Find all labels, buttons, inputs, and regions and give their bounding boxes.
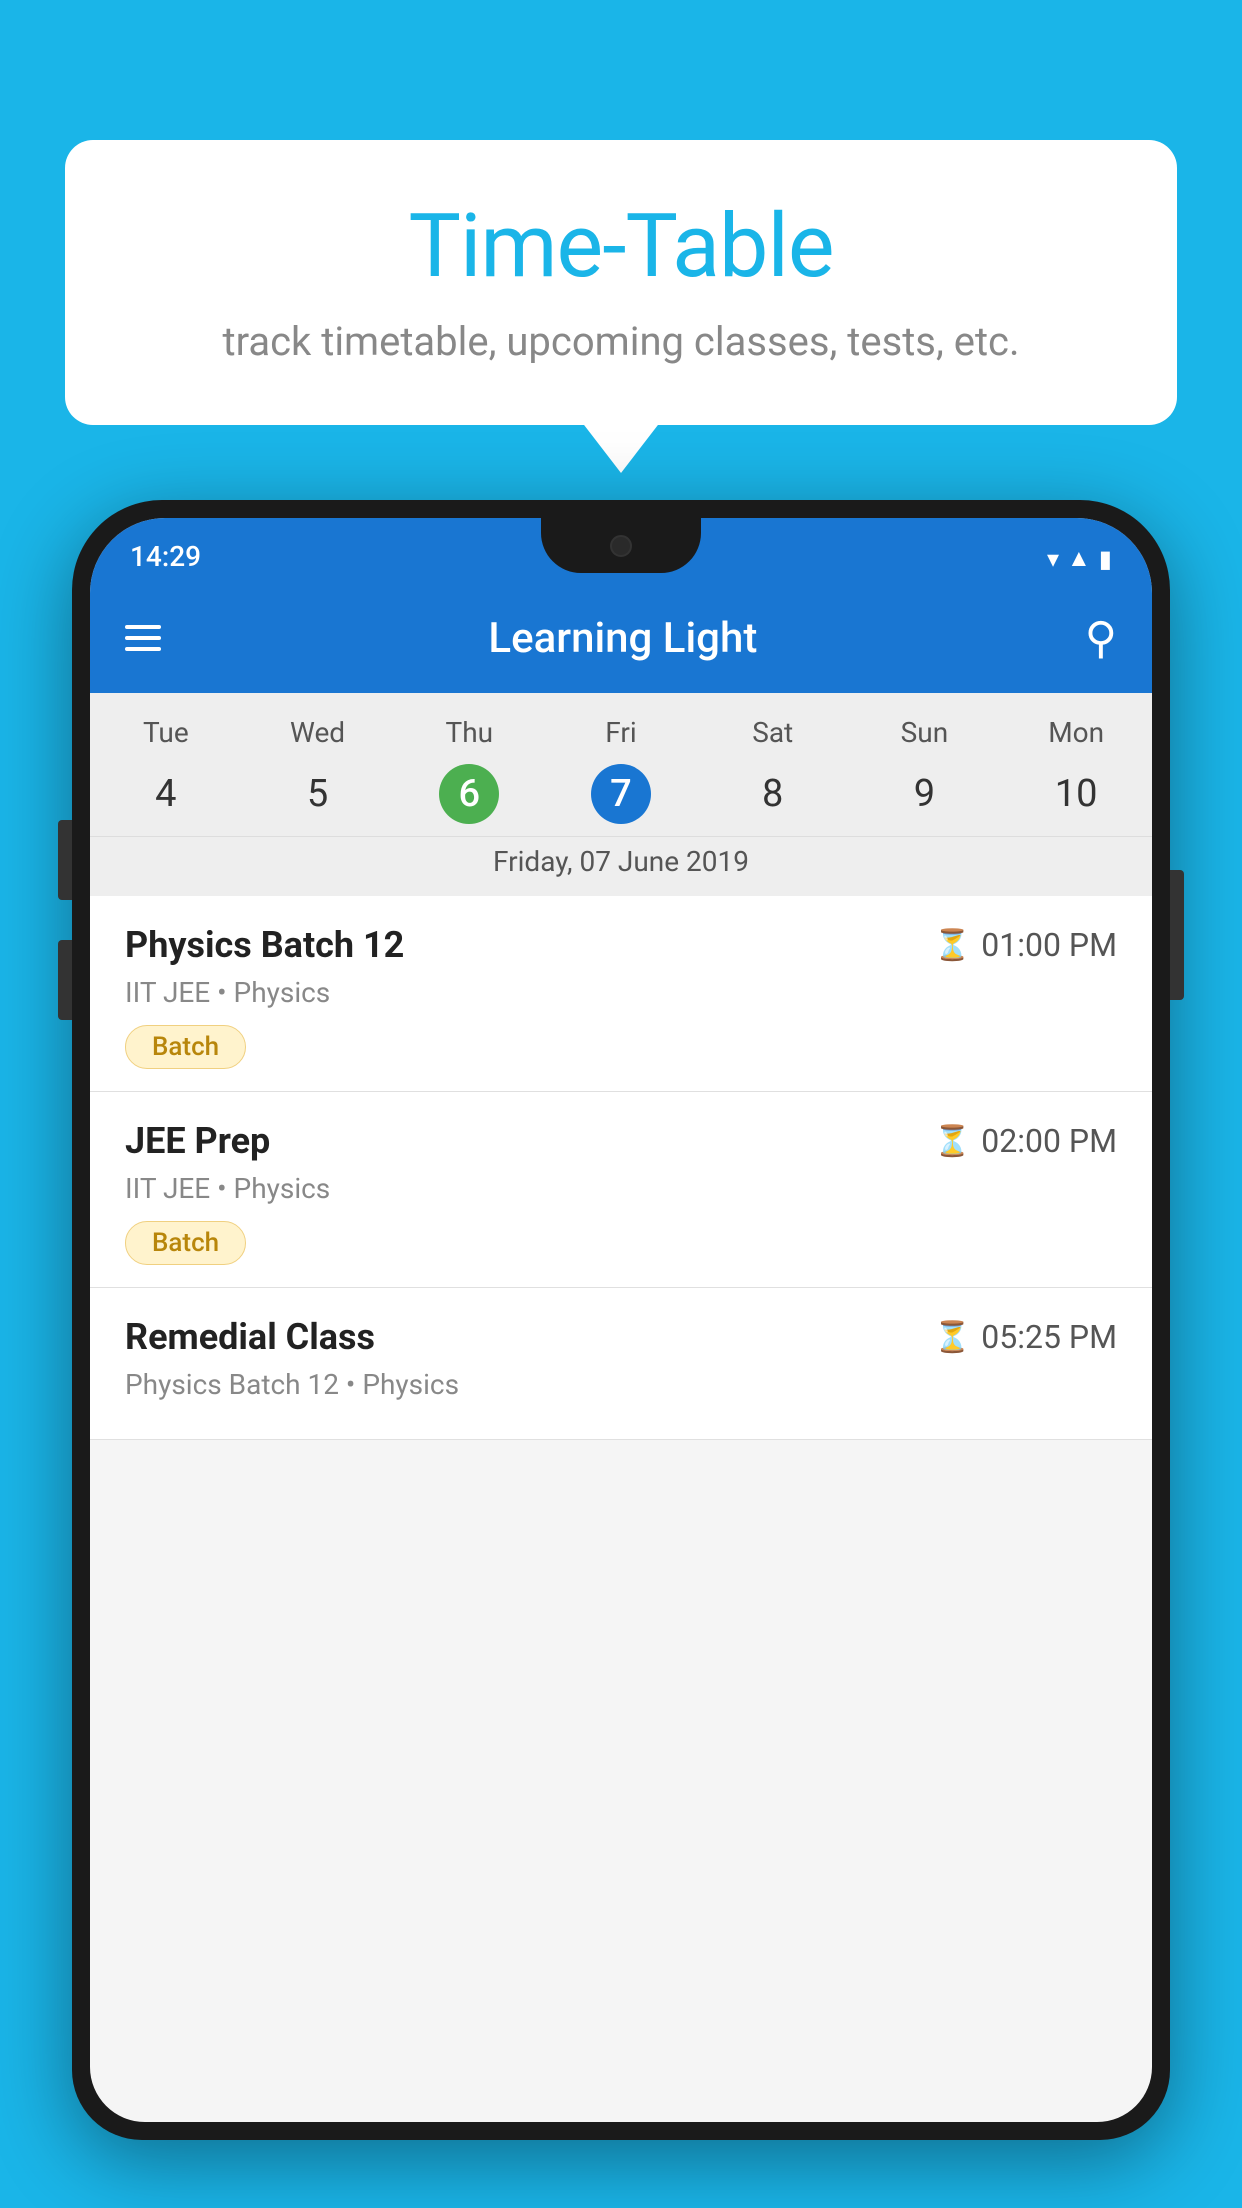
schedule-item-1-badge: Batch (125, 1025, 246, 1069)
battery-icon: ▮ (1099, 545, 1112, 573)
wifi-icon: ▾ (1047, 545, 1059, 573)
day-7-selected[interactable]: 7 (591, 764, 651, 824)
day-header-wed: Wed (242, 711, 394, 754)
clock-icon-3: ⏳ (934, 1320, 971, 1355)
schedule-item-2[interactable]: JEE Prep ⏳ 02:00 PM IIT JEE • Physics Ba… (90, 1092, 1152, 1288)
day-header-mon: Mon (1000, 711, 1152, 754)
phone-outer: 14:29 ▾ ▲ ▮ Learning Light ⚲ (72, 500, 1170, 2140)
day-header-tue: Tue (90, 711, 242, 754)
notch (541, 518, 701, 573)
status-time: 14:29 (130, 540, 201, 573)
phone-screen: 14:29 ▾ ▲ ▮ Learning Light ⚲ (90, 518, 1152, 2122)
day-9[interactable]: 9 (849, 762, 1001, 826)
search-button[interactable]: ⚲ (1085, 612, 1117, 664)
schedule-item-3-name: Remedial Class (125, 1316, 375, 1358)
power-button (1170, 870, 1184, 1000)
status-icons: ▾ ▲ ▮ (1047, 544, 1112, 573)
schedule-item-2-badge: Batch (125, 1221, 246, 1265)
schedule-item-2-time-value: 02:00 PM (981, 1122, 1117, 1160)
schedule-item-2-meta: IIT JEE • Physics (125, 1172, 1117, 1205)
day-header-sat: Sat (697, 711, 849, 754)
bubble-subtitle: track timetable, upcoming classes, tests… (125, 318, 1117, 365)
bubble-title: Time-Table (125, 195, 1117, 298)
day-numbers: 4 5 6 7 8 9 10 (90, 762, 1152, 826)
app-title: Learning Light (191, 614, 1055, 663)
day-10[interactable]: 10 (1000, 762, 1152, 826)
camera-icon (610, 535, 632, 557)
clock-icon-2: ⏳ (934, 1124, 971, 1159)
day-header-fri: Fri (545, 711, 697, 754)
schedule-item-3-meta: Physics Batch 12 • Physics (125, 1368, 1117, 1401)
day-4[interactable]: 4 (90, 762, 242, 826)
clock-icon-1: ⏳ (934, 928, 971, 963)
hamburger-menu-button[interactable] (125, 625, 161, 651)
day-header-sun: Sun (849, 711, 1001, 754)
day-header-thu: Thu (393, 711, 545, 754)
volume-down-button (58, 940, 72, 1020)
schedule-item-1-meta: IIT JEE • Physics (125, 976, 1117, 1009)
schedule-item-1[interactable]: Physics Batch 12 ⏳ 01:00 PM IIT JEE • Ph… (90, 896, 1152, 1092)
schedule-item-3-header: Remedial Class ⏳ 05:25 PM (125, 1316, 1117, 1358)
speech-bubble-container: Time-Table track timetable, upcoming cla… (65, 140, 1177, 425)
schedule-item-1-header: Physics Batch 12 ⏳ 01:00 PM (125, 924, 1117, 966)
day-headers: Tue Wed Thu Fri Sat Sun Mon (90, 711, 1152, 754)
schedule-item-2-name: JEE Prep (125, 1120, 270, 1162)
speech-bubble: Time-Table track timetable, upcoming cla… (65, 140, 1177, 425)
day-6-today[interactable]: 6 (439, 764, 499, 824)
app-bar: Learning Light ⚲ (90, 583, 1152, 693)
volume-up-button (58, 820, 72, 900)
schedule-item-3[interactable]: Remedial Class ⏳ 05:25 PM Physics Batch … (90, 1288, 1152, 1440)
schedule-list: Physics Batch 12 ⏳ 01:00 PM IIT JEE • Ph… (90, 896, 1152, 1440)
calendar-week: Tue Wed Thu Fri Sat Sun Mon 4 5 6 7 8 9 … (90, 693, 1152, 896)
day-5[interactable]: 5 (242, 762, 394, 826)
phone-container: 14:29 ▾ ▲ ▮ Learning Light ⚲ (72, 500, 1170, 2208)
day-8[interactable]: 8 (697, 762, 849, 826)
schedule-item-1-time: ⏳ 01:00 PM (934, 926, 1117, 964)
schedule-item-1-time-value: 01:00 PM (981, 926, 1117, 964)
schedule-item-2-header: JEE Prep ⏳ 02:00 PM (125, 1120, 1117, 1162)
selected-date-label: Friday, 07 June 2019 (90, 836, 1152, 896)
schedule-item-3-time-value: 05:25 PM (981, 1318, 1117, 1356)
schedule-item-2-time: ⏳ 02:00 PM (934, 1122, 1117, 1160)
signal-icon: ▲ (1067, 544, 1091, 573)
schedule-item-1-name: Physics Batch 12 (125, 924, 404, 966)
schedule-item-3-time: ⏳ 05:25 PM (934, 1318, 1117, 1356)
